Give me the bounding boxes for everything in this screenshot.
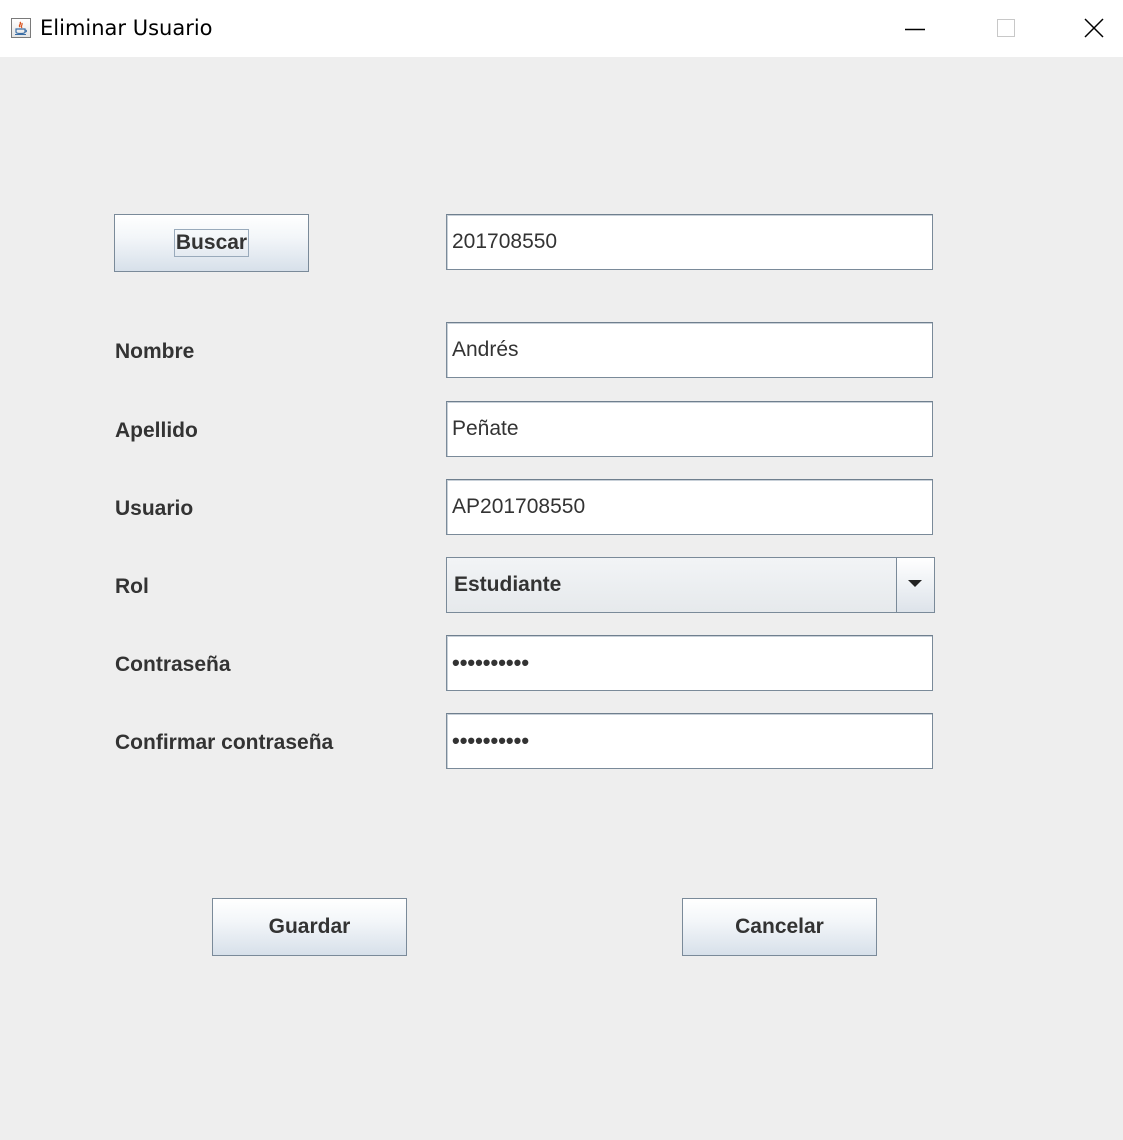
window-title: Eliminar Usuario — [40, 16, 213, 40]
confirmar-contrasena-field[interactable]: •••••••••• — [446, 713, 933, 769]
buscar-button[interactable]: Buscar — [114, 214, 309, 272]
title-bar: Eliminar Usuario — [0, 0, 1123, 57]
search-input[interactable]: 201708550 — [446, 214, 933, 270]
eliminar-usuario-window: Eliminar Usuario Buscar 201708550 Nombre… — [0, 0, 1123, 1140]
contrasena-field[interactable]: •••••••••• — [446, 635, 933, 691]
nombre-field[interactable]: Andrés — [446, 322, 933, 378]
cancelar-button[interactable]: Cancelar — [682, 898, 877, 956]
usuario-label: Usuario — [115, 497, 194, 520]
maximize-icon[interactable] — [961, 0, 1053, 57]
apellido-label: Apellido — [115, 419, 198, 442]
minimize-icon[interactable] — [869, 0, 961, 57]
contrasena-label: Contraseña — [115, 653, 231, 676]
apellido-field[interactable]: Peñate — [446, 401, 933, 457]
java-icon — [11, 18, 31, 38]
confirmar-contrasena-label: Confirmar contraseña — [115, 731, 334, 754]
rol-selected-value: Estudiante — [454, 573, 562, 596]
rol-select[interactable]: Estudiante — [446, 557, 935, 613]
close-icon[interactable] — [1053, 0, 1123, 57]
chevron-down-icon[interactable] — [896, 558, 934, 612]
usuario-field[interactable]: AP201708550 — [446, 479, 933, 535]
nombre-label: Nombre — [115, 340, 195, 363]
guardar-button[interactable]: Guardar — [212, 898, 407, 956]
rol-label: Rol — [115, 575, 149, 598]
buscar-button-label: Buscar — [173, 229, 250, 257]
